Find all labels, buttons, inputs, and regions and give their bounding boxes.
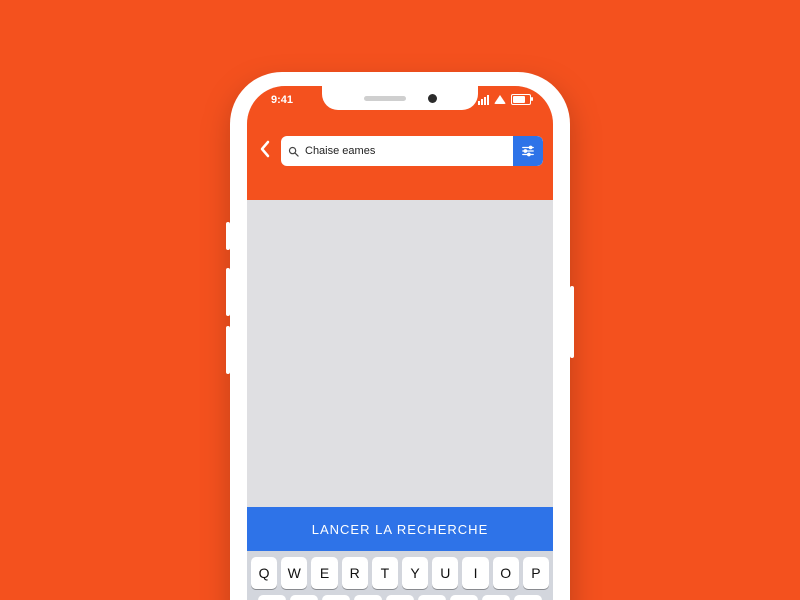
key-t[interactable]: T xyxy=(372,557,398,589)
key-l[interactable]: L xyxy=(514,595,542,600)
phone-mute-switch xyxy=(226,222,230,250)
phone-volume-down xyxy=(226,326,230,374)
sliders-icon xyxy=(521,144,535,158)
key-w[interactable]: W xyxy=(281,557,307,589)
launch-search-label: LANCER LA RECHERCHE xyxy=(312,522,489,537)
chevron-left-icon xyxy=(259,140,271,158)
filter-button[interactable] xyxy=(513,136,543,166)
key-y[interactable]: Y xyxy=(402,557,428,589)
key-p[interactable]: P xyxy=(523,557,549,589)
search-input[interactable] xyxy=(305,145,513,157)
phone-volume-up xyxy=(226,268,230,316)
search-field-wrap[interactable] xyxy=(281,136,543,166)
key-q[interactable]: Q xyxy=(251,557,277,589)
search-icon xyxy=(281,146,305,157)
phone-notch xyxy=(322,86,478,110)
key-i[interactable]: I xyxy=(462,557,488,589)
key-j[interactable]: J xyxy=(450,595,478,600)
key-e[interactable]: E xyxy=(311,557,337,589)
key-h[interactable]: H xyxy=(418,595,446,600)
key-f[interactable]: F xyxy=(354,595,382,600)
notch-camera xyxy=(428,94,437,103)
phone-frame: 9:41 xyxy=(230,72,570,600)
key-g[interactable]: G xyxy=(386,595,414,600)
wifi-icon xyxy=(494,95,506,104)
key-u[interactable]: U xyxy=(432,557,458,589)
phone-screen: 9:41 xyxy=(247,86,553,600)
key-k[interactable]: K xyxy=(482,595,510,600)
back-button[interactable] xyxy=(257,140,273,162)
notch-speaker xyxy=(364,96,406,101)
status-icons xyxy=(478,94,531,105)
battery-icon xyxy=(511,94,531,105)
canvas: 9:41 xyxy=(0,0,800,600)
phone-power-button xyxy=(570,286,574,358)
keyboard-row-1: QWERTYUIOP xyxy=(251,557,549,589)
search-bar xyxy=(257,136,543,166)
status-time: 9:41 xyxy=(271,94,293,106)
key-r[interactable]: R xyxy=(342,557,368,589)
key-s[interactable]: S xyxy=(290,595,318,600)
key-a[interactable]: A xyxy=(258,595,286,600)
keyboard-row-2: ASDFGHJKL xyxy=(251,595,549,600)
cellular-icon xyxy=(478,95,489,105)
key-o[interactable]: O xyxy=(493,557,519,589)
virtual-keyboard: QWERTYUIOP ASDFGHJKL ZXCVBNM 123 space xyxy=(247,551,553,600)
app-header: 9:41 xyxy=(247,86,553,200)
key-d[interactable]: D xyxy=(322,595,350,600)
launch-search-button[interactable]: LANCER LA RECHERCHE xyxy=(247,507,553,551)
results-panel xyxy=(247,200,553,507)
